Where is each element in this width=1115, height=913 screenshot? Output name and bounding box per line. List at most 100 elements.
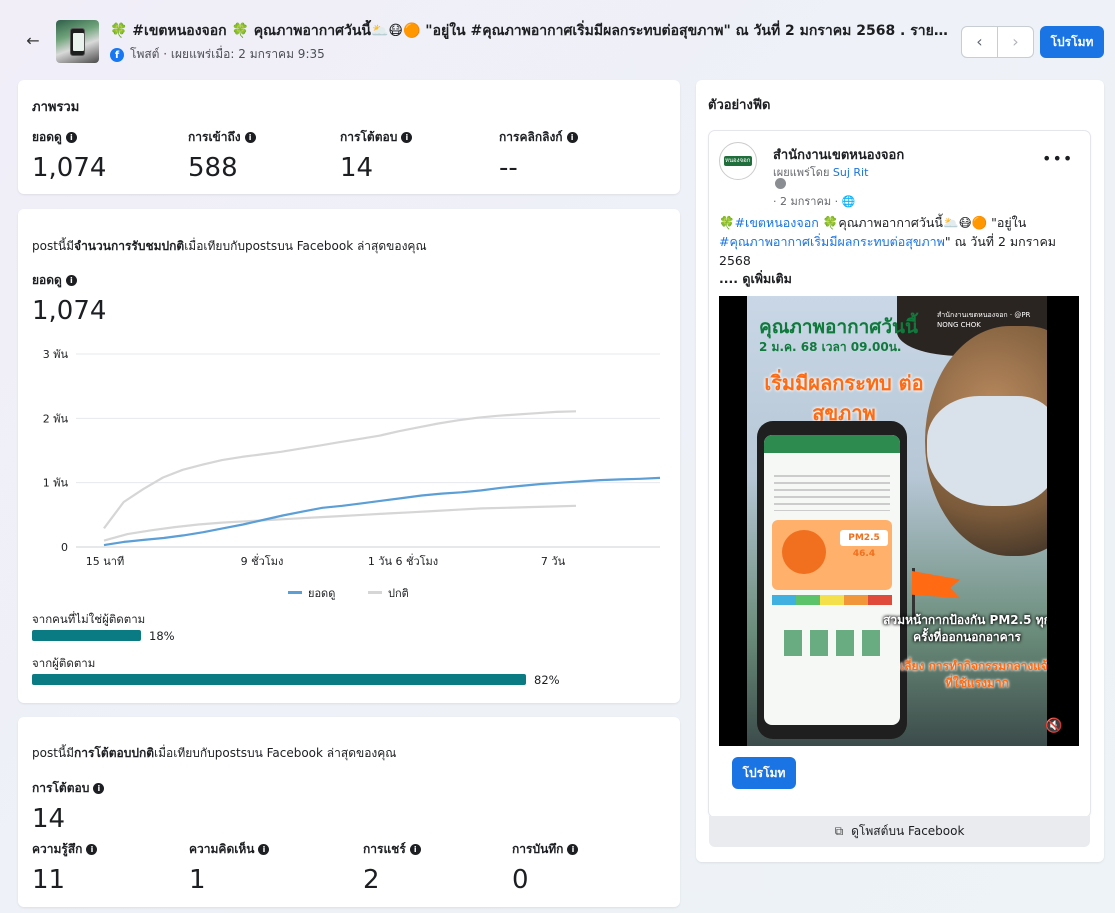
legend-views-swatch bbox=[288, 591, 302, 594]
post-image[interactable]: คุณภาพอากาศวันนี้ 2 ม.ค. 68 เวลา 09.00น.… bbox=[719, 296, 1079, 746]
post-meta: f โพสต์ · เผยแพร่เมื่อ: 2 มกราคม 9:35 bbox=[110, 45, 325, 64]
page-avatar[interactable] bbox=[719, 142, 757, 180]
info-icon[interactable]: i bbox=[65, 132, 77, 143]
metric-value: 0 bbox=[512, 865, 529, 895]
hashtag-link[interactable]: #เขตหนองจอก bbox=[735, 215, 819, 230]
chevron-right-icon[interactable]: › bbox=[997, 27, 1033, 57]
chart-series-typical bbox=[103, 504, 577, 542]
views-card: postนี้มีจำนวนการรับชมปกติเมื่อเทียบกับp… bbox=[18, 209, 680, 703]
image-subtitle: 2 ม.ค. 68 เวลา 09.00น. bbox=[759, 340, 902, 354]
flag-icon bbox=[912, 571, 960, 599]
feed-preview-title: ตัวอย่างฟีด bbox=[708, 98, 771, 113]
info-icon[interactable]: i bbox=[258, 844, 270, 855]
chart-y-tick: 0 bbox=[61, 541, 68, 554]
phone-graphic: PM2.5 46.4 bbox=[757, 421, 907, 739]
chart-x-tick: 1 วัน 6 ชั่วโมง bbox=[368, 553, 438, 568]
sad-face-icon bbox=[782, 530, 826, 574]
post-date-text: · 2 มกราคม · bbox=[773, 195, 839, 208]
see-more-link[interactable]: .... ดูเพิ่มเติม bbox=[719, 269, 792, 289]
metric-link-clicks: การคลิกลิงก์ i -- bbox=[499, 128, 578, 183]
post-date: · 2 มกราคม · 🌐 bbox=[773, 192, 855, 210]
caption-text: 🍀คุณภาพอากาศวันนี้🌥️😷🟠 "อยู่ใน bbox=[818, 215, 1027, 230]
metric-label: ความรู้สึก bbox=[32, 842, 83, 856]
chart-y-tick: 2 พัน bbox=[43, 412, 69, 425]
post-header: ← 🍀 #เขตหนองจอก 🍀 คุณภาพอากาศวันนี้🌥️😷🟠 … bbox=[0, 0, 1115, 78]
chart-x-tick: 9 ชั่วโมง bbox=[241, 553, 284, 568]
metric-label: การบันทึก bbox=[512, 842, 564, 856]
metric-label: ยอดดู bbox=[32, 130, 62, 144]
metric-label: การโต้ตอบ bbox=[340, 130, 398, 144]
mute-icon[interactable]: 🔇 bbox=[1045, 718, 1062, 734]
arrow-left-icon[interactable]: ← bbox=[22, 30, 44, 52]
metric-views: ยอดดู i 1,074 bbox=[32, 128, 106, 183]
engagement-heading: postนี้มีการโต้ตอบปกติเมื่อเทียบกับposts… bbox=[32, 744, 396, 763]
page-name[interactable]: สำนักงานเขตหนองจอก bbox=[773, 144, 904, 165]
chart-series-typical bbox=[103, 410, 577, 529]
engagement-metric: การโต้ตอบ i 14 bbox=[32, 779, 105, 834]
metric-value: -- bbox=[499, 153, 518, 183]
view-on-facebook-button[interactable]: ⧉ ดูโพสต์บน Facebook bbox=[709, 816, 1090, 847]
engagement-heading-post: เมื่อเทียบกับpostsบน Facebook ล่าสุดของค… bbox=[154, 746, 397, 760]
more-options-icon[interactable]: ••• bbox=[1042, 149, 1073, 168]
non-follower-pct: 18% bbox=[149, 629, 175, 643]
follower-bar bbox=[32, 674, 526, 685]
chart-y-tick: 1 พัน bbox=[43, 477, 69, 490]
published-by-prefix: เผยแพร่โดย bbox=[773, 166, 833, 179]
metric-value: 588 bbox=[188, 153, 238, 183]
non-follower-label: จากคนที่ไม่ใช่ผู้ติดตาม bbox=[32, 612, 146, 626]
info-icon[interactable]: i bbox=[401, 132, 413, 143]
globe-icon: 🌐 bbox=[841, 195, 856, 208]
image-advice-outdoor: เลี่ยง การทำกิจกรรมกลางแจ้ง ที่ใช้แรงมาก bbox=[900, 659, 1047, 690]
feed-post: สำนักงานเขตหนองจอก เผยแพร่โดย Suj Rit · … bbox=[709, 131, 1090, 817]
image-impact-text: เริ่มมีผลกระทบ ต่อสุขภาพ bbox=[764, 371, 924, 425]
info-icon[interactable]: i bbox=[409, 844, 421, 855]
post-navigation: ‹ › bbox=[961, 26, 1034, 58]
engagement-heading-pre: postนี้มี bbox=[32, 746, 75, 760]
metric-label: ความคิดเห็น bbox=[189, 842, 255, 856]
published-by: เผยแพร่โดย Suj Rit bbox=[773, 163, 868, 181]
metric-label: การโต้ตอบ bbox=[32, 781, 90, 795]
engagement-heading-bold: การโต้ตอบปกติ bbox=[74, 746, 155, 760]
metric-value: 1,074 bbox=[32, 153, 107, 183]
info-icon[interactable]: i bbox=[93, 783, 105, 794]
post-thumbnail bbox=[56, 20, 99, 63]
metric-value: 2 bbox=[363, 865, 380, 895]
post-caption: 🍀#เขตหนองจอก 🍀คุณภาพอากาศวันนี้🌥️😷🟠 "อยู… bbox=[719, 213, 1079, 270]
non-follower-bar bbox=[32, 630, 141, 641]
metric-shares: การแชร์ i 2 bbox=[363, 840, 421, 895]
promote-button[interactable]: โปรโมท bbox=[1040, 26, 1104, 58]
metric-reactions: ความรู้สึก i 11 bbox=[32, 840, 98, 895]
facebook-icon: f bbox=[110, 47, 124, 62]
location-icon bbox=[775, 178, 786, 189]
pm-value: PM2.5 46.4 bbox=[840, 530, 888, 559]
promote-post-button[interactable]: โปรโมท bbox=[732, 757, 796, 789]
info-icon[interactable]: i bbox=[566, 132, 578, 143]
follower-label: จากผู้ติดตาม bbox=[32, 656, 96, 670]
overview-card: ภาพรวม ยอดดู i 1,074 การเข้าถึง i 588 การโ… bbox=[18, 80, 680, 194]
metric-label: การแชร์ bbox=[363, 842, 406, 856]
info-icon[interactable]: i bbox=[567, 844, 579, 855]
legend-typical-label: ปกติ bbox=[388, 587, 409, 600]
legend-views-label: ยอดดู bbox=[308, 587, 335, 600]
info-icon[interactable]: i bbox=[86, 844, 98, 855]
chevron-left-icon[interactable]: ‹ bbox=[962, 27, 997, 57]
view-on-facebook-label: ดูโพสต์บน Facebook bbox=[851, 824, 965, 838]
post-meta-text: โพสต์ · เผยแพร่เมื่อ: 2 มกราคม 9:35 bbox=[130, 47, 325, 61]
hashtag-link[interactable]: #คุณภาพอากาศเริ่มมีผลกระทบต่อสุขภาพ bbox=[719, 234, 945, 249]
chart-x-tick: 15 นาที bbox=[86, 555, 124, 568]
metric-saves: การบันทึก i 0 bbox=[512, 840, 579, 895]
metric-label: การคลิกลิงก์ bbox=[499, 130, 563, 144]
overview-title: ภาพรวม bbox=[32, 100, 80, 115]
post-title: 🍀 #เขตหนองจอก 🍀 คุณภาพอากาศวันนี้🌥️😷🟠 "อ… bbox=[110, 23, 950, 39]
info-icon[interactable]: i bbox=[244, 132, 256, 143]
metric-value: 14 bbox=[32, 804, 66, 834]
metric-reach: การเข้าถึง i 588 bbox=[188, 128, 256, 183]
clover-emoji: 🍀 bbox=[719, 215, 735, 230]
legend-typical-swatch bbox=[368, 591, 382, 594]
engagement-card: postนี้มีการโต้ตอบปกติเมื่อเทียบกับposts… bbox=[18, 717, 680, 907]
image-logo: สำนักงานเขตหนองจอก · @PR NONG CHOK bbox=[937, 311, 1031, 329]
publisher-link[interactable]: Suj Rit bbox=[833, 166, 869, 179]
metric-value: 14 bbox=[340, 153, 374, 183]
feed-preview-card: ตัวอย่างฟีด สำนักงานเขตหนองจอก เผยแพร่โด… bbox=[696, 80, 1104, 862]
chart-series-views bbox=[103, 476, 661, 547]
